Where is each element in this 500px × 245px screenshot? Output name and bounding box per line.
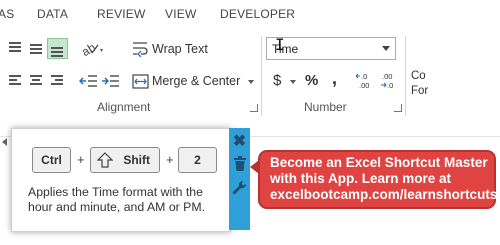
trash-icon[interactable] bbox=[229, 155, 250, 177]
svg-text:.00: .00 bbox=[359, 81, 369, 90]
merge-dropdown-arrow-icon[interactable] bbox=[248, 80, 254, 84]
svg-text:.0: .0 bbox=[387, 81, 393, 90]
shortcut-popup: Ctrl + Shift + 2 Applies the Time format… bbox=[11, 128, 231, 232]
alignment-group-label: Alignment bbox=[97, 100, 151, 114]
wrench-icon[interactable] bbox=[229, 180, 250, 201]
group-separator bbox=[405, 36, 406, 116]
plus-sign: + bbox=[77, 152, 85, 167]
align-left-button[interactable] bbox=[6, 72, 24, 90]
currency-button[interactable]: $ bbox=[273, 72, 281, 89]
alignment-dialog-launcher-icon[interactable] bbox=[250, 104, 258, 112]
align-center-button[interactable] bbox=[27, 72, 45, 90]
callout-text: Become an Excel Shortcut Master with thi… bbox=[270, 155, 497, 203]
popup-sidebar: ✖ bbox=[229, 128, 250, 230]
tab-formulas-partial[interactable]: AS bbox=[0, 7, 14, 21]
shortcut-description: Applies the Time format with the hour an… bbox=[28, 185, 206, 214]
decrease-decimal-icon[interactable]: .00.0 bbox=[380, 71, 400, 91]
promo-callout[interactable]: Become an Excel Shortcut Master with thi… bbox=[258, 150, 497, 209]
increase-decimal-icon[interactable]: .0.00 bbox=[355, 71, 376, 91]
group-separator bbox=[261, 36, 262, 116]
ribbon-tabs: AS DATA REVIEW VIEW DEVELOPER bbox=[0, 0, 500, 30]
chevron-down-icon bbox=[382, 46, 390, 51]
callout-line-2: with this App. Learn more at bbox=[270, 171, 452, 186]
increase-indent-icon[interactable] bbox=[101, 72, 121, 90]
wrap-text-icon bbox=[132, 41, 150, 58]
scroll-left-arrow-icon[interactable] bbox=[2, 138, 7, 146]
key-shift: Shift bbox=[90, 147, 160, 173]
plus-sign: + bbox=[166, 152, 174, 167]
close-icon[interactable]: ✖ bbox=[229, 131, 250, 151]
merge-center-button[interactable]: Merge & Center bbox=[152, 74, 240, 88]
number-group-label: Number bbox=[304, 100, 347, 114]
align-right-button[interactable] bbox=[48, 72, 66, 90]
conditional-formatting-partial[interactable]: Co bbox=[411, 70, 426, 82]
number-format-dropdown[interactable]: Time bbox=[266, 37, 396, 60]
tab-data[interactable]: DATA bbox=[37, 7, 68, 21]
orientation-icon[interactable]: ab bbox=[79, 40, 106, 59]
tab-review[interactable]: REVIEW bbox=[97, 7, 146, 21]
shift-arrow-icon bbox=[97, 152, 113, 168]
align-top-button[interactable] bbox=[6, 39, 24, 57]
align-bottom-button[interactable] bbox=[47, 38, 68, 59]
callout-line-3: excelbootcamp.com/learnshortcuts bbox=[270, 187, 498, 202]
format-as-table-partial[interactable]: For bbox=[411, 85, 428, 97]
tab-developer[interactable]: DEVELOPER bbox=[220, 7, 295, 21]
callout-line-1: Become an Excel Shortcut Master bbox=[270, 155, 488, 170]
key-ctrl: Ctrl bbox=[32, 147, 71, 173]
align-middle-button[interactable] bbox=[27, 39, 45, 57]
svg-text:.0: .0 bbox=[361, 72, 367, 81]
svg-text:.00: .00 bbox=[382, 72, 392, 81]
wrap-text-button[interactable]: Wrap Text bbox=[152, 42, 208, 56]
number-dialog-launcher-icon[interactable] bbox=[394, 104, 402, 112]
tab-view[interactable]: VIEW bbox=[165, 7, 196, 21]
merge-center-icon bbox=[132, 74, 150, 90]
text-cursor-icon: I bbox=[275, 35, 285, 54]
decrease-indent-icon[interactable] bbox=[78, 72, 99, 90]
key-2: 2 bbox=[178, 147, 217, 173]
key-shift-label: Shift bbox=[123, 153, 150, 167]
currency-dropdown-arrow-icon[interactable] bbox=[290, 80, 296, 84]
comma-style-button[interactable]: , bbox=[332, 68, 337, 89]
percent-button[interactable]: % bbox=[305, 72, 318, 89]
